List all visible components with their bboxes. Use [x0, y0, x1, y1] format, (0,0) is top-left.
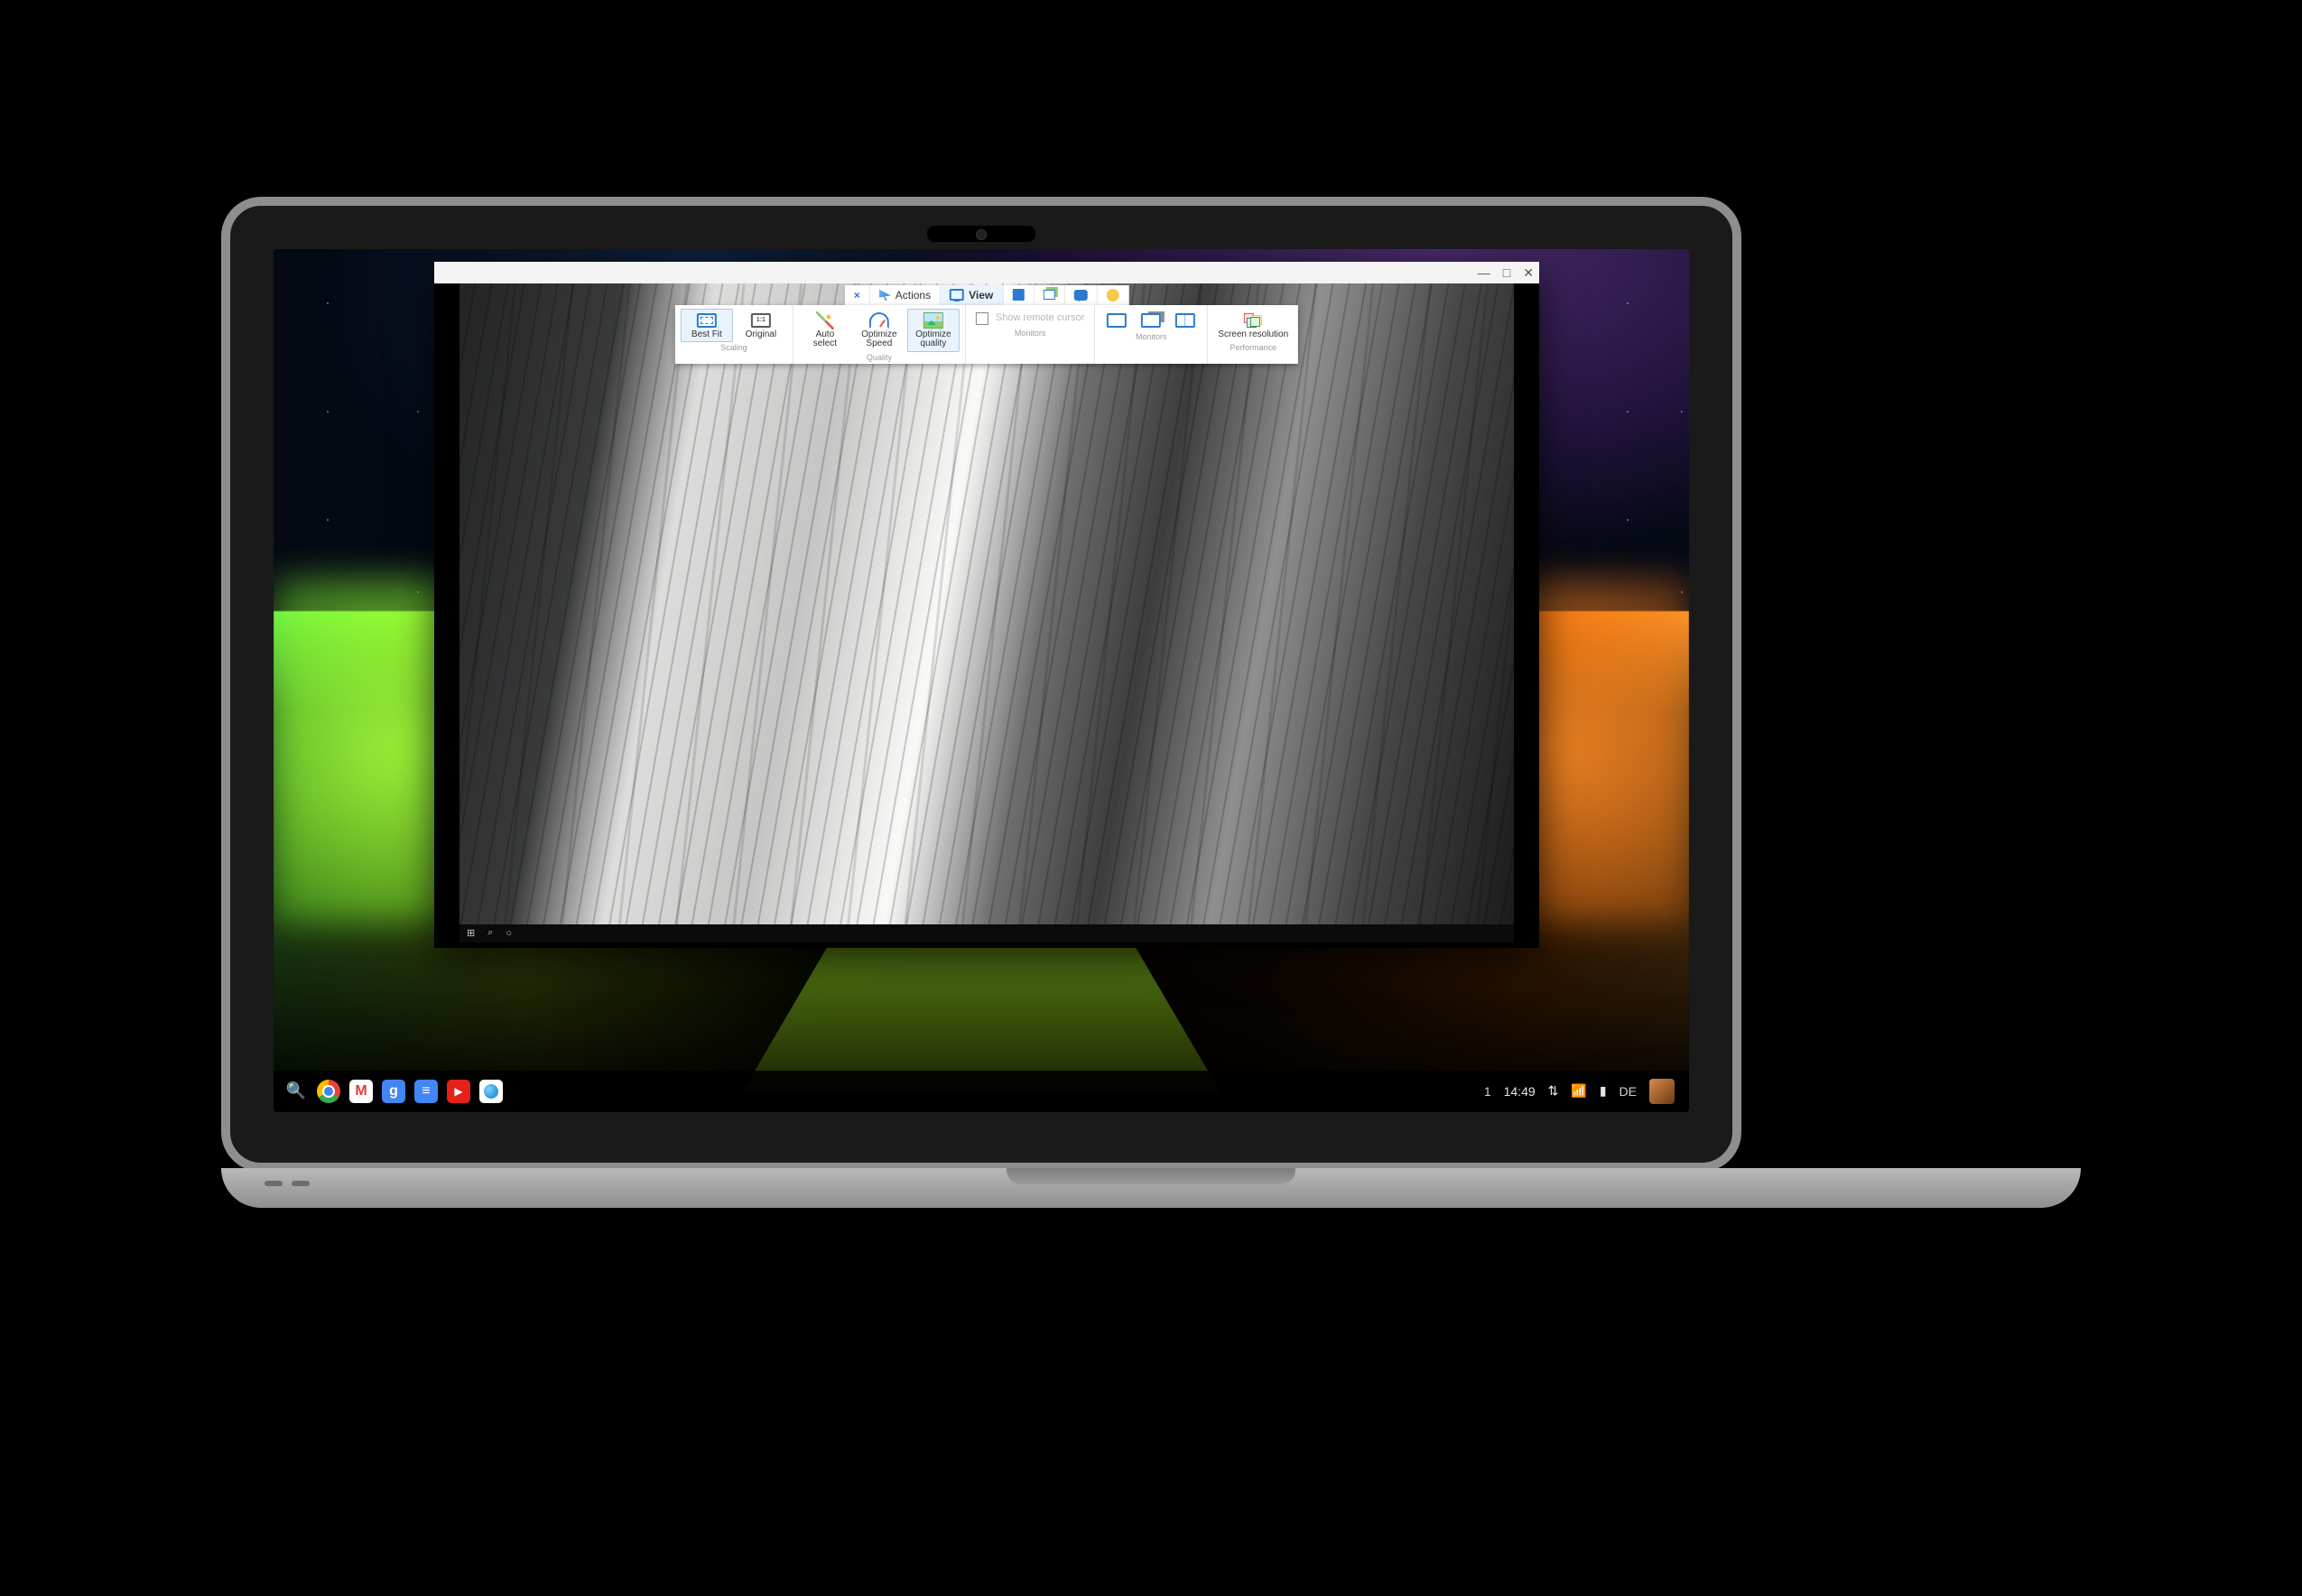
screen-resolution-label: Screen resolution	[1218, 330, 1288, 340]
session-tab-strip: × Actions View	[845, 285, 1129, 305]
monitor-primary-icon	[1107, 313, 1127, 328]
original-label: Original	[746, 330, 776, 340]
picture-icon	[924, 312, 943, 329]
monitor-1-button[interactable]	[1100, 309, 1133, 331]
monitors-group: Monitors	[1095, 305, 1208, 364]
maximize-button[interactable]: □	[1503, 266, 1510, 279]
google-app-icon[interactable]: g	[382, 1080, 405, 1103]
close-session-icon: ×	[854, 289, 860, 302]
docs-app-icon[interactable]: ≡	[414, 1080, 438, 1103]
monitor-secondary-icon	[1141, 313, 1161, 328]
best-fit-button[interactable]: Best Fit	[681, 309, 733, 343]
original-button[interactable]: Original	[735, 309, 787, 343]
view-icon	[950, 289, 964, 301]
minimize-button[interactable]: —	[1478, 266, 1490, 279]
auto-select-button[interactable]: Auto select	[799, 309, 851, 352]
chrome-app-icon[interactable]	[317, 1080, 340, 1103]
monitor-all-icon	[1175, 313, 1195, 328]
teamviewer-session-window: — □ ✕ ⊞ ⌕ ○ ×	[434, 262, 1539, 948]
view-tab-label: View	[969, 289, 993, 302]
best-fit-label: Best Fit	[692, 330, 722, 340]
view-tab[interactable]: View	[941, 285, 1003, 305]
scaling-group: Best Fit Original Scaling	[675, 305, 794, 364]
files-icon	[1012, 289, 1024, 301]
performance-group-label: Performance	[1230, 343, 1276, 352]
window-titlebar[interactable]: — □ ✕	[434, 262, 1539, 283]
chat-icon	[1073, 290, 1087, 301]
show-remote-cursor-toggle[interactable]: Show remote cursor	[971, 309, 1089, 328]
monitors-group-label-2: Monitors	[1136, 332, 1167, 341]
original-size-icon	[751, 313, 771, 328]
performance-group: Screen resolution Performance	[1208, 305, 1298, 364]
cursor-group: Show remote cursor Monitors	[966, 305, 1095, 364]
actions-tab[interactable]: Actions	[870, 285, 941, 305]
gmail-app-icon[interactable]: M	[349, 1080, 373, 1103]
scaling-group-label: Scaling	[720, 343, 747, 352]
chat-tab[interactable]	[1064, 285, 1097, 305]
screens-tab[interactable]	[1034, 285, 1064, 305]
user-avatar[interactable]	[1649, 1079, 1675, 1104]
optimize-quality-button[interactable]: Optimize quality	[907, 309, 960, 352]
close-button[interactable]: ✕	[1523, 266, 1534, 279]
screen-resolution-icon	[1244, 313, 1262, 328]
battery-icon[interactable]: ▮	[1600, 1083, 1607, 1099]
status-tray[interactable]: 1 14:49 ⇅ 📶 ▮ DE	[1484, 1079, 1675, 1104]
auto-select-label: Auto select	[813, 330, 837, 349]
monitor-2-button[interactable]	[1135, 309, 1167, 331]
laptop-base	[221, 1168, 2081, 1208]
remote-search-button[interactable]: ⌕	[487, 927, 493, 939]
remote-windows-taskbar[interactable]: ⊞ ⌕ ○	[459, 924, 1514, 942]
keyboard-locale[interactable]: DE	[1620, 1084, 1637, 1099]
monitor-all-button[interactable]	[1169, 309, 1202, 331]
chromeos-shelf: 🔍 M g ≡ ▶ 1 14:49 ⇅ 📶 ▮	[274, 1071, 1689, 1112]
monitors-group-label: Monitors	[1015, 329, 1046, 338]
quality-group-label: Quality	[867, 353, 892, 362]
smile-icon	[1106, 289, 1119, 302]
teamviewer-app-icon[interactable]	[479, 1080, 503, 1103]
quality-group: Auto select Optimize Speed Optimize qual…	[794, 305, 966, 364]
best-fit-icon	[697, 313, 717, 328]
optimize-quality-label: Optimize quality	[915, 330, 951, 349]
remote-cortana-button[interactable]: ○	[506, 928, 512, 939]
clock: 14:49	[1504, 1084, 1536, 1099]
actions-icon	[879, 289, 891, 301]
files-tab[interactable]	[1003, 285, 1034, 305]
youtube-app-icon[interactable]: ▶	[447, 1080, 470, 1103]
magic-wand-icon	[816, 311, 834, 329]
wifi-icon[interactable]: 📶	[1571, 1083, 1586, 1099]
remote-desktop-view[interactable]	[459, 283, 1514, 924]
screens-icon	[1043, 290, 1054, 300]
feedback-tab[interactable]	[1097, 285, 1128, 305]
optimize-speed-button[interactable]: Optimize Speed	[853, 309, 905, 352]
notification-count[interactable]: 1	[1484, 1084, 1491, 1099]
gauge-icon	[869, 312, 889, 329]
launcher-button[interactable]: 🔍	[284, 1080, 308, 1103]
laptop-camera	[927, 226, 1035, 242]
screen-resolution-button[interactable]: Screen resolution	[1213, 309, 1293, 343]
checkbox-icon	[976, 312, 989, 325]
view-ribbon: Best Fit Original Scaling	[675, 305, 1298, 364]
optimize-speed-label: Optimize Speed	[861, 330, 896, 349]
close-session-tab[interactable]: ×	[845, 285, 870, 305]
remote-start-button[interactable]: ⊞	[467, 927, 475, 939]
actions-tab-label: Actions	[896, 289, 931, 302]
show-remote-cursor-label: Show remote cursor	[996, 313, 1084, 324]
nearby-share-icon[interactable]: ⇅	[1548, 1083, 1559, 1099]
